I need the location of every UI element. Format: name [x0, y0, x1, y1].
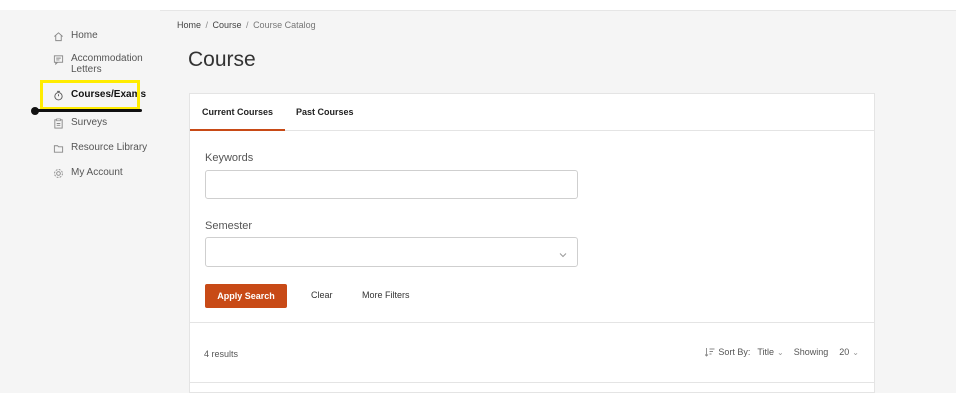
page-title: Course	[188, 48, 256, 71]
page-size-value: 20	[839, 347, 850, 357]
showing-label: Showing	[793, 347, 829, 357]
chevron-down-icon	[558, 247, 568, 265]
tab-current-courses[interactable]: Current Courses	[189, 107, 286, 131]
sort-controls: Sort By: Title ⌄ Showing 20 ⌄	[705, 347, 859, 357]
active-underline	[34, 109, 142, 112]
tab-bar: Current Courses Past Courses	[189, 94, 874, 131]
keywords-label: Keywords	[205, 152, 254, 164]
sidebar-item-surveys[interactable]: Surveys	[52, 117, 107, 129]
active-indicator-dot	[31, 107, 39, 115]
sidebar-item-label: Home	[71, 30, 98, 41]
sort-dropdown[interactable]: Title ⌄	[757, 347, 783, 357]
sidebar-item-label: Surveys	[71, 117, 108, 128]
semester-select[interactable]	[205, 237, 578, 267]
sidebar-item-label: My Account	[71, 167, 123, 178]
sidebar-item-label: Accommodation Letters	[71, 53, 143, 75]
more-filters-button[interactable]: More Filters	[362, 290, 410, 300]
apply-search-button[interactable]: Apply Search	[205, 284, 287, 308]
sort-icon	[705, 347, 715, 357]
sort-by-label: Sort By:	[718, 347, 751, 357]
chevron-down-icon: ⌄	[777, 347, 784, 357]
breadcrumb-separator: /	[243, 20, 252, 30]
home-icon	[52, 30, 64, 42]
breadcrumb-current: Course Catalog	[253, 20, 316, 30]
sidebar-item-accommodation-letters[interactable]: Accommodation Letters	[52, 53, 152, 75]
page-size-dropdown[interactable]: 20 ⌄	[839, 347, 859, 357]
semester-label: Semester	[205, 220, 253, 232]
breadcrumb-separator: /	[203, 20, 211, 30]
keywords-input[interactable]	[205, 170, 578, 199]
breadcrumb: Home / Course / Course Catalog	[177, 20, 316, 30]
sidebar-item-resource-library[interactable]: Resource Library	[52, 142, 147, 154]
sidebar-item-label: Resource Library	[71, 142, 148, 153]
chevron-down-icon: ⌄	[852, 347, 859, 357]
sidebar-item-my-account[interactable]: My Account	[52, 167, 123, 179]
breadcrumb-home-link[interactable]: Home	[177, 20, 201, 30]
highlight-annotation	[40, 80, 140, 110]
divider	[190, 382, 874, 383]
clipboard-icon	[52, 117, 64, 129]
divider	[190, 322, 874, 323]
sidebar-item-home[interactable]: Home	[52, 30, 98, 42]
sort-value: Title	[757, 347, 775, 357]
breadcrumb-course-link[interactable]: Course	[213, 20, 242, 30]
course-search-card: Current Courses Past Courses Keywords Se…	[189, 93, 875, 393]
results-count: 4 results	[204, 349, 239, 359]
tab-past-courses[interactable]: Past Courses	[296, 107, 354, 117]
letter-icon	[52, 53, 64, 65]
gear-icon	[52, 167, 64, 179]
clear-button[interactable]: Clear	[311, 290, 333, 300]
folder-icon	[52, 142, 64, 154]
